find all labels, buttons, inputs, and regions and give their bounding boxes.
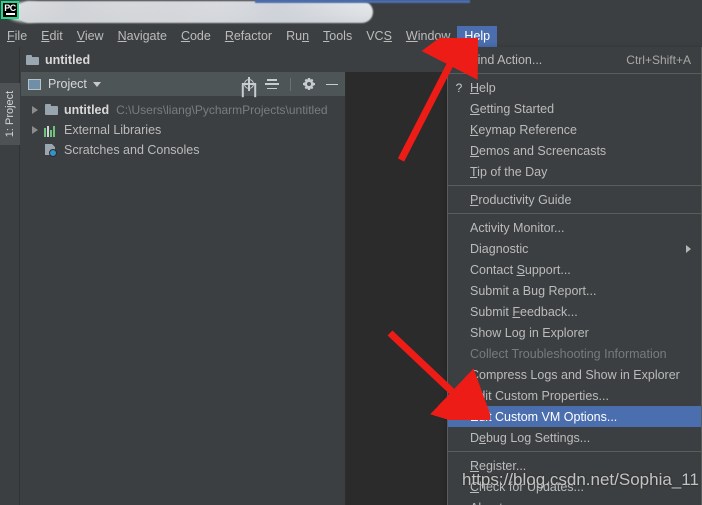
- chevron-right-icon[interactable]: [29, 124, 41, 136]
- folder-icon: [26, 55, 39, 65]
- menu-item-label: Demos and Screencasts: [470, 144, 691, 158]
- breadcrumb-project-name: untitled: [45, 53, 90, 67]
- project-tree[interactable]: untitled C:\Users\liang\PycharmProjects\u…: [21, 96, 345, 160]
- tree-item-label: External Libraries: [64, 123, 161, 137]
- menu-item-label: Keymap Reference: [470, 123, 691, 137]
- watermark-text: https://blog.csdn.net/Sophia_11: [462, 470, 699, 490]
- library-icon: [44, 123, 59, 138]
- menu-item-label: Diagnostic: [470, 242, 676, 256]
- tree-row[interactable]: External Libraries: [21, 120, 345, 140]
- menu-item-label: Collect Troubleshooting Information: [470, 347, 691, 361]
- menu-item-label: Tip of the Day: [470, 165, 691, 179]
- menu-bar[interactable]: FileEditViewNavigateCodeRefactorRunTools…: [0, 25, 702, 47]
- menu-item-help[interactable]: ?Help: [448, 77, 701, 98]
- tree-item-label: untitled: [64, 103, 109, 117]
- menubar-item-vcs[interactable]: VCS: [359, 26, 399, 47]
- menu-item-diagnostic[interactable]: Diagnostic: [448, 238, 701, 259]
- pycharm-window: PC FileEditViewNavigateCodeRefactorRunTo…: [0, 0, 702, 505]
- locate-icon[interactable]: [242, 77, 256, 91]
- pycharm-logo-icon: PC: [1, 1, 19, 19]
- chevron-right-icon[interactable]: [686, 245, 691, 253]
- menu-item-shortcut: Ctrl+Shift+A: [626, 53, 691, 67]
- menu-item-submit-feedback[interactable]: Submit Feedback...: [448, 301, 701, 322]
- menubar-item-window[interactable]: Window: [399, 26, 457, 47]
- tree-row[interactable]: untitled C:\Users\liang\PycharmProjects\u…: [21, 100, 345, 120]
- menu-item-tip-of-the-day[interactable]: Tip of the Day: [448, 161, 701, 182]
- project-panel-title: Project: [48, 77, 87, 91]
- collapse-all-icon[interactable]: [265, 77, 279, 91]
- menu-item-activity-monitor[interactable]: Activity Monitor...: [448, 217, 701, 238]
- menu-item-collect-troubleshooting-information: Collect Troubleshooting Information: [448, 343, 701, 364]
- menubar-item-refactor[interactable]: Refactor: [218, 26, 279, 47]
- menu-item-compress-logs-and-show-in-explorer[interactable]: Compress Logs and Show in Explorer: [448, 364, 701, 385]
- gear-icon[interactable]: [302, 77, 316, 91]
- project-view-icon: [28, 79, 41, 90]
- menu-item-label: Submit a Bug Report...: [470, 284, 691, 298]
- tree-row[interactable]: Scratches and Consoles: [21, 140, 345, 160]
- help-dropdown-menu[interactable]: Find Action...Ctrl+Shift+A?HelpGetting S…: [447, 47, 702, 505]
- menu-item-debug-log-settings[interactable]: Debug Log Settings...: [448, 427, 701, 448]
- menu-item-label: Submit Feedback...: [470, 305, 691, 319]
- title-redaction-overlay: [18, 1, 373, 23]
- question-mark-icon: ?: [448, 81, 470, 95]
- menu-separator: [448, 213, 701, 214]
- toolbar-divider: [290, 78, 291, 91]
- scratches-icon: [44, 143, 59, 157]
- menu-item-label: Activity Monitor...: [470, 221, 691, 235]
- menu-item-contact-support[interactable]: Contact Support...: [448, 259, 701, 280]
- project-view-selector[interactable]: Project: [28, 77, 242, 91]
- menu-item-label: Getting Started: [470, 102, 691, 116]
- menu-item-getting-started[interactable]: Getting Started: [448, 98, 701, 119]
- menubar-item-help[interactable]: Help: [457, 26, 497, 47]
- chevron-right-icon[interactable]: [29, 104, 41, 116]
- menu-item-label: Debug Log Settings...: [470, 431, 691, 445]
- menubar-item-run[interactable]: Run: [279, 26, 316, 47]
- menu-item-edit-custom-vm-options[interactable]: Edit Custom VM Options...: [448, 406, 701, 427]
- menu-separator: [448, 73, 701, 74]
- menubar-item-tools[interactable]: Tools: [316, 26, 359, 47]
- title-bar: PC: [0, 0, 702, 26]
- menu-item-label: Find Action...: [470, 53, 612, 67]
- pycharm-logo-bar: [6, 13, 15, 15]
- left-tool-window-stripe: 1: Project: [0, 47, 20, 505]
- project-tool-window: Project untitled C:\Users\liang\PycharmPr…: [21, 72, 346, 505]
- menu-item-label: Compress Logs and Show in Explorer: [470, 368, 691, 382]
- menu-item-label: Help: [470, 81, 691, 95]
- menubar-item-file[interactable]: File: [0, 26, 34, 47]
- menubar-item-code[interactable]: Code: [174, 26, 218, 47]
- menubar-item-navigate[interactable]: Navigate: [111, 26, 174, 47]
- tree-item-label: Scratches and Consoles: [64, 143, 200, 157]
- project-panel-toolbar: Project: [21, 72, 345, 96]
- menu-item-label: About: [470, 501, 691, 505]
- menu-item-keymap-reference[interactable]: Keymap Reference: [448, 119, 701, 140]
- menu-item-show-log-in-explorer[interactable]: Show Log in Explorer: [448, 322, 701, 343]
- title-blue-sliver: [255, 0, 470, 3]
- menu-item-edit-custom-properties[interactable]: Edit Custom Properties...: [448, 385, 701, 406]
- menu-item-label: Show Log in Explorer: [470, 326, 691, 340]
- menubar-item-edit[interactable]: Edit: [34, 26, 70, 47]
- menu-item-find-action[interactable]: Find Action... Ctrl+Shift+A: [448, 49, 701, 70]
- menu-item-label: Edit Custom Properties...: [470, 389, 691, 403]
- project-panel-actions: [242, 77, 339, 91]
- chevron-down-icon[interactable]: [93, 82, 101, 87]
- menu-item-label: Edit Custom VM Options...: [470, 410, 691, 424]
- menu-item-label: Productivity Guide: [470, 193, 691, 207]
- tree-spacer: [29, 144, 41, 156]
- folder-icon: [44, 103, 59, 117]
- menu-item-demos-and-screencasts[interactable]: Demos and Screencasts: [448, 140, 701, 161]
- menu-item-about[interactable]: About: [448, 497, 701, 505]
- menu-separator: [448, 185, 701, 186]
- menu-separator: [448, 451, 701, 452]
- tree-item-path: C:\Users\liang\PycharmProjects\untitled: [116, 103, 327, 117]
- menu-item-submit-a-bug-report[interactable]: Submit a Bug Report...: [448, 280, 701, 301]
- menu-item-label: Contact Support...: [470, 263, 691, 277]
- menubar-item-view[interactable]: View: [70, 26, 111, 47]
- minimize-icon[interactable]: [325, 77, 339, 91]
- pycharm-logo-text: PC: [3, 4, 17, 12]
- menu-item-productivity-guide[interactable]: Productivity Guide: [448, 189, 701, 210]
- stripe-tab-project[interactable]: 1: Project: [0, 83, 20, 145]
